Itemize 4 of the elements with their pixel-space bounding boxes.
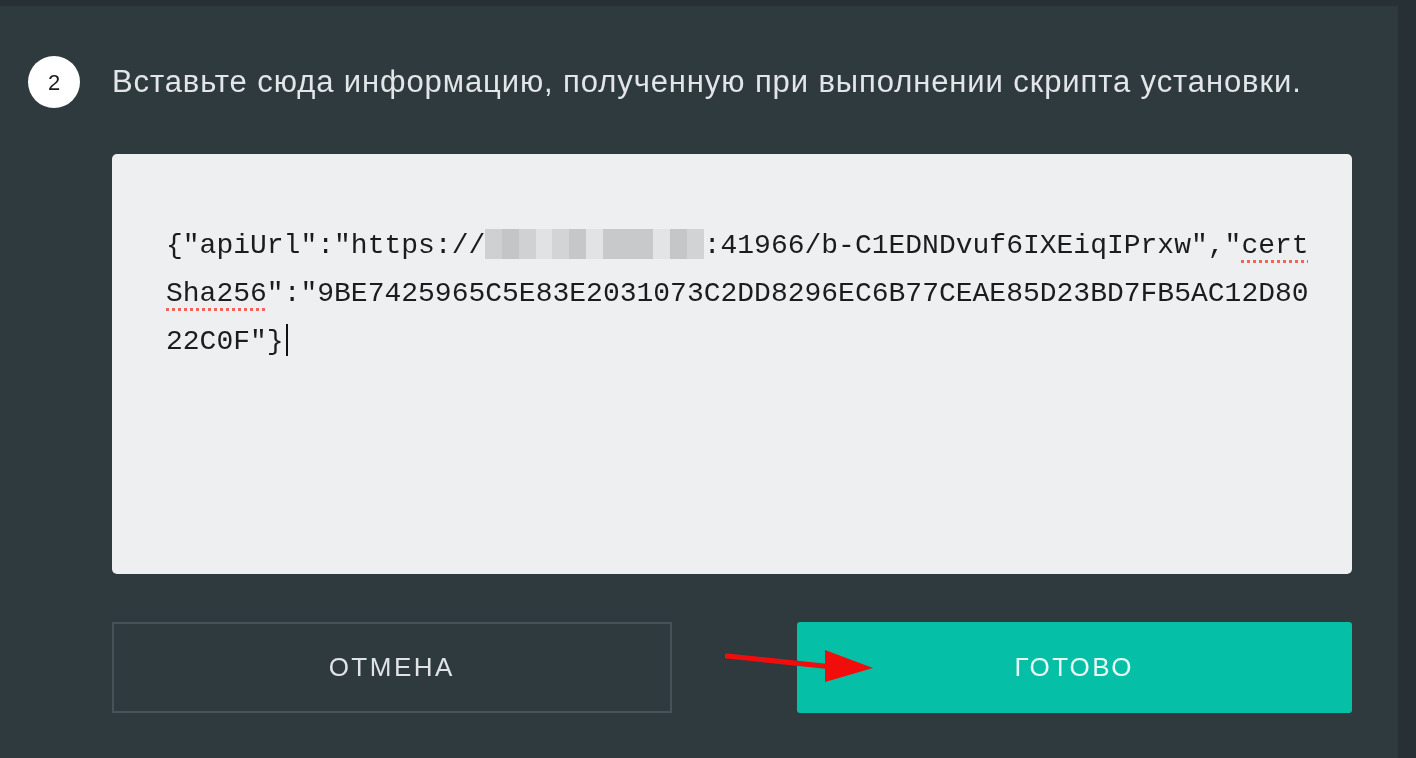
config-text-area[interactable]: {"apiUrl":"https:// :41966/b-C1EDNDvuf6IXEiqIPrxw","certSha256":"9BE7425965C5E83E2031073C2DD8296EC6B77CEAE85D23BD7FB5AC12D8022C0F"} — [112, 154, 1352, 574]
step-number: 2 — [28, 56, 80, 108]
instruction-text: Вставьте сюда информацию, полученную при выполнении скрипта установки. — [112, 62, 1302, 101]
cancel-button[interactable]: ОТМЕНА — [112, 622, 672, 713]
